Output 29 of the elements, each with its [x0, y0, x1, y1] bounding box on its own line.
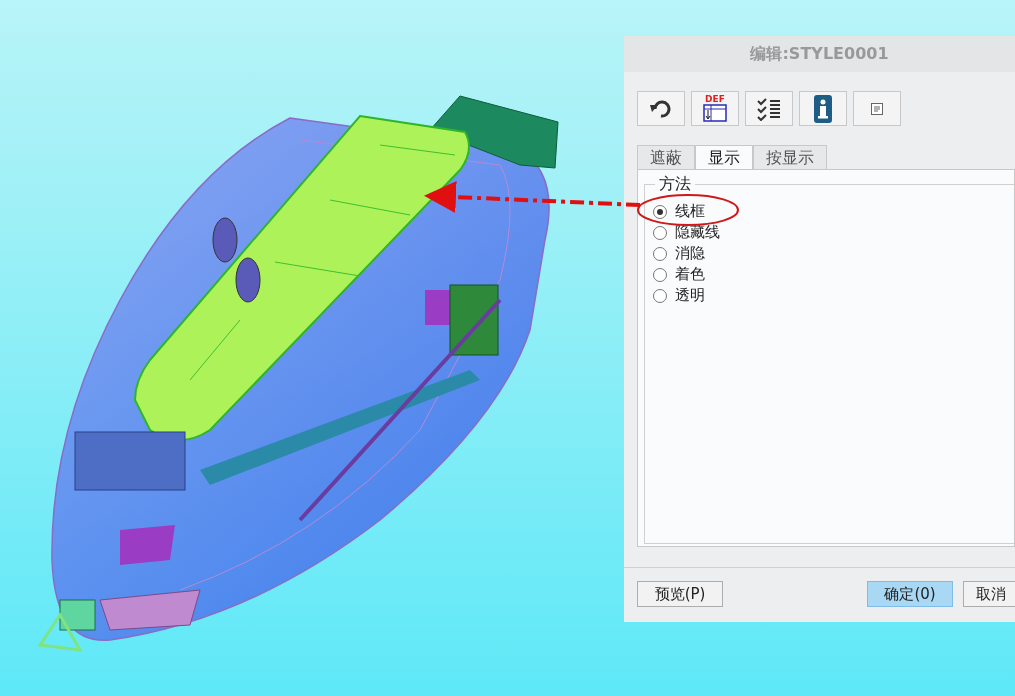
group-legend: 方法: [655, 174, 695, 194]
dialog-title: 编辑:STYLE0001: [624, 36, 1015, 72]
tab[interactable]: 遮蔽: [637, 145, 695, 170]
def-tool-button[interactable]: DEF: [691, 91, 739, 126]
tab[interactable]: 按显示: [753, 145, 827, 170]
radio-label[interactable]: 消隐: [675, 242, 705, 265]
radio-button[interactable]: [653, 288, 667, 303]
undo-icon: [649, 99, 673, 118]
info-tool-button[interactable]: [799, 91, 847, 126]
radio-label[interactable]: 线框: [675, 200, 705, 223]
radio-label[interactable]: 着色: [675, 263, 705, 286]
tab[interactable]: 显示: [695, 145, 753, 170]
checklist-icon: [756, 96, 782, 121]
radio-label[interactable]: 透明: [675, 284, 705, 307]
undo-tool-button[interactable]: [637, 91, 685, 126]
radio-button[interactable]: [653, 204, 667, 219]
checklist-tool-button[interactable]: [745, 91, 793, 126]
table-icon: [703, 104, 727, 122]
info-icon: [814, 94, 832, 123]
radio-button[interactable]: [653, 225, 667, 240]
dialog-button[interactable]: 取消: [963, 581, 1015, 607]
radio-button[interactable]: [653, 246, 667, 261]
def-label: DEF: [705, 95, 725, 104]
note-icon: [871, 102, 883, 115]
dialog-button[interactable]: 确定(0): [867, 581, 953, 607]
dialog-button[interactable]: 预览(P): [637, 581, 723, 607]
radio-button[interactable]: [653, 267, 667, 282]
radio-label[interactable]: 隐藏线: [675, 221, 720, 244]
note-tool-button[interactable]: [853, 91, 901, 126]
